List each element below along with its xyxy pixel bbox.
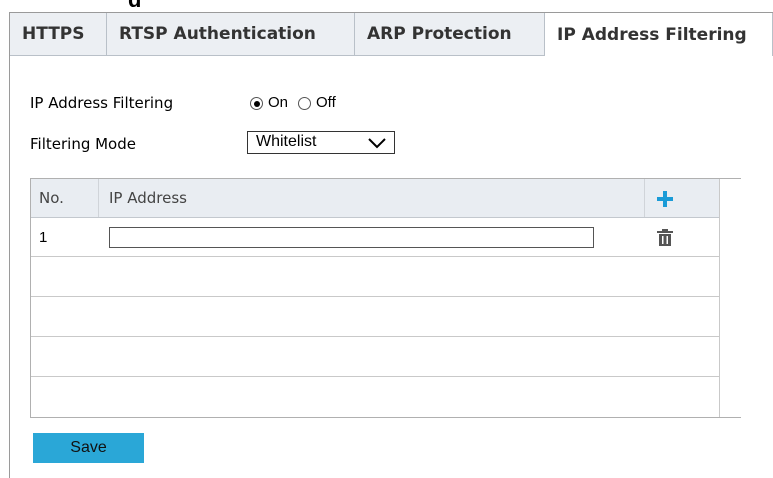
- column-ip-address: IP Address: [109, 189, 187, 207]
- radio-on-label: On: [268, 94, 289, 111]
- plus-icon[interactable]: [657, 191, 673, 207]
- tab-rtsp-authentication[interactable]: RTSP Authentication: [107, 13, 355, 56]
- table-header: No. IP Address: [31, 179, 719, 218]
- tab-arp-protection[interactable]: ARP Protection: [355, 13, 545, 56]
- column-no: No.: [39, 189, 64, 207]
- tab-https[interactable]: HTTPS: [10, 13, 107, 56]
- ip-filtering-label: IP Address Filtering: [30, 94, 174, 112]
- radio-off[interactable]: [298, 97, 311, 110]
- filtering-mode-select[interactable]: Whitelist: [247, 131, 395, 154]
- radio-on[interactable]: [250, 97, 263, 110]
- row-number: 1: [39, 229, 48, 246]
- column-divider: [98, 179, 99, 217]
- row-divider: [31, 376, 719, 377]
- trash-icon[interactable]: [657, 229, 673, 246]
- chevron-down-icon: [368, 138, 386, 149]
- tab-ip-address-filtering[interactable]: IP Address Filtering: [545, 13, 773, 56]
- radio-off-label: Off: [316, 94, 336, 111]
- ip-address-input[interactable]: [109, 227, 594, 248]
- row-divider: [31, 296, 719, 297]
- window-title-fragment: g: [0, 0, 773, 7]
- save-button[interactable]: Save: [33, 433, 144, 463]
- scrollbar[interactable]: [719, 179, 741, 417]
- filtering-mode-value: Whitelist: [256, 133, 317, 150]
- row-divider: [31, 336, 719, 337]
- row-divider: [31, 256, 719, 257]
- radio-selected-dot: [253, 100, 260, 107]
- ip-address-table: No. IP Address 1: [30, 178, 741, 418]
- filtering-mode-label: Filtering Mode: [30, 135, 136, 153]
- tab-bar: HTTPS RTSP Authentication ARP Protection…: [10, 13, 773, 56]
- column-divider: [644, 179, 645, 217]
